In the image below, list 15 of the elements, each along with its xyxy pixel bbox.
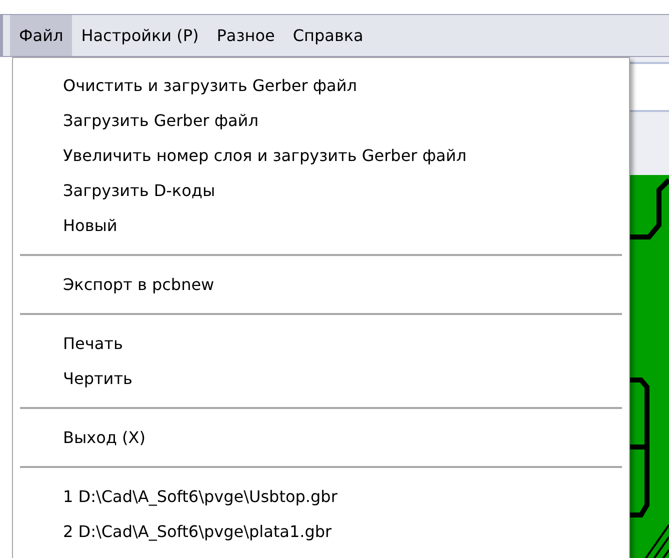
menu-item[interactable]: 1 D:\Cad\A_Soft6\pvge\Usbtop.gbr [63, 484, 338, 508]
menu-item[interactable]: Очистить и загрузить Gerber файл [63, 74, 357, 98]
menu-item[interactable]: Экспорт в pcbnew [63, 272, 214, 296]
menu-item[interactable]: Новый [63, 214, 118, 238]
menu-bar-item[interactable]: Разное [208, 15, 284, 56]
menu-item[interactable]: Выход (X) [63, 426, 146, 450]
menu-bar-item[interactable]: Справка [284, 15, 372, 56]
menu-item[interactable]: Загрузить Gerber файл [63, 108, 258, 132]
menu-item[interactable]: Печать [63, 332, 123, 356]
menu-bar-item[interactable]: Настройки (P) [72, 15, 208, 56]
menu-item[interactable]: Увеличить номер слоя и загрузить Gerber файл [63, 144, 466, 168]
menu-item[interactable]: Загрузить D-коды [63, 178, 216, 202]
menu-item[interactable]: Чертить [63, 366, 132, 390]
menu-bar-item[interactable]: Файл [10, 15, 72, 56]
menu-item[interactable]: 2 D:\Cad\A_Soft6\pvge\plata1.gbr [63, 520, 332, 544]
